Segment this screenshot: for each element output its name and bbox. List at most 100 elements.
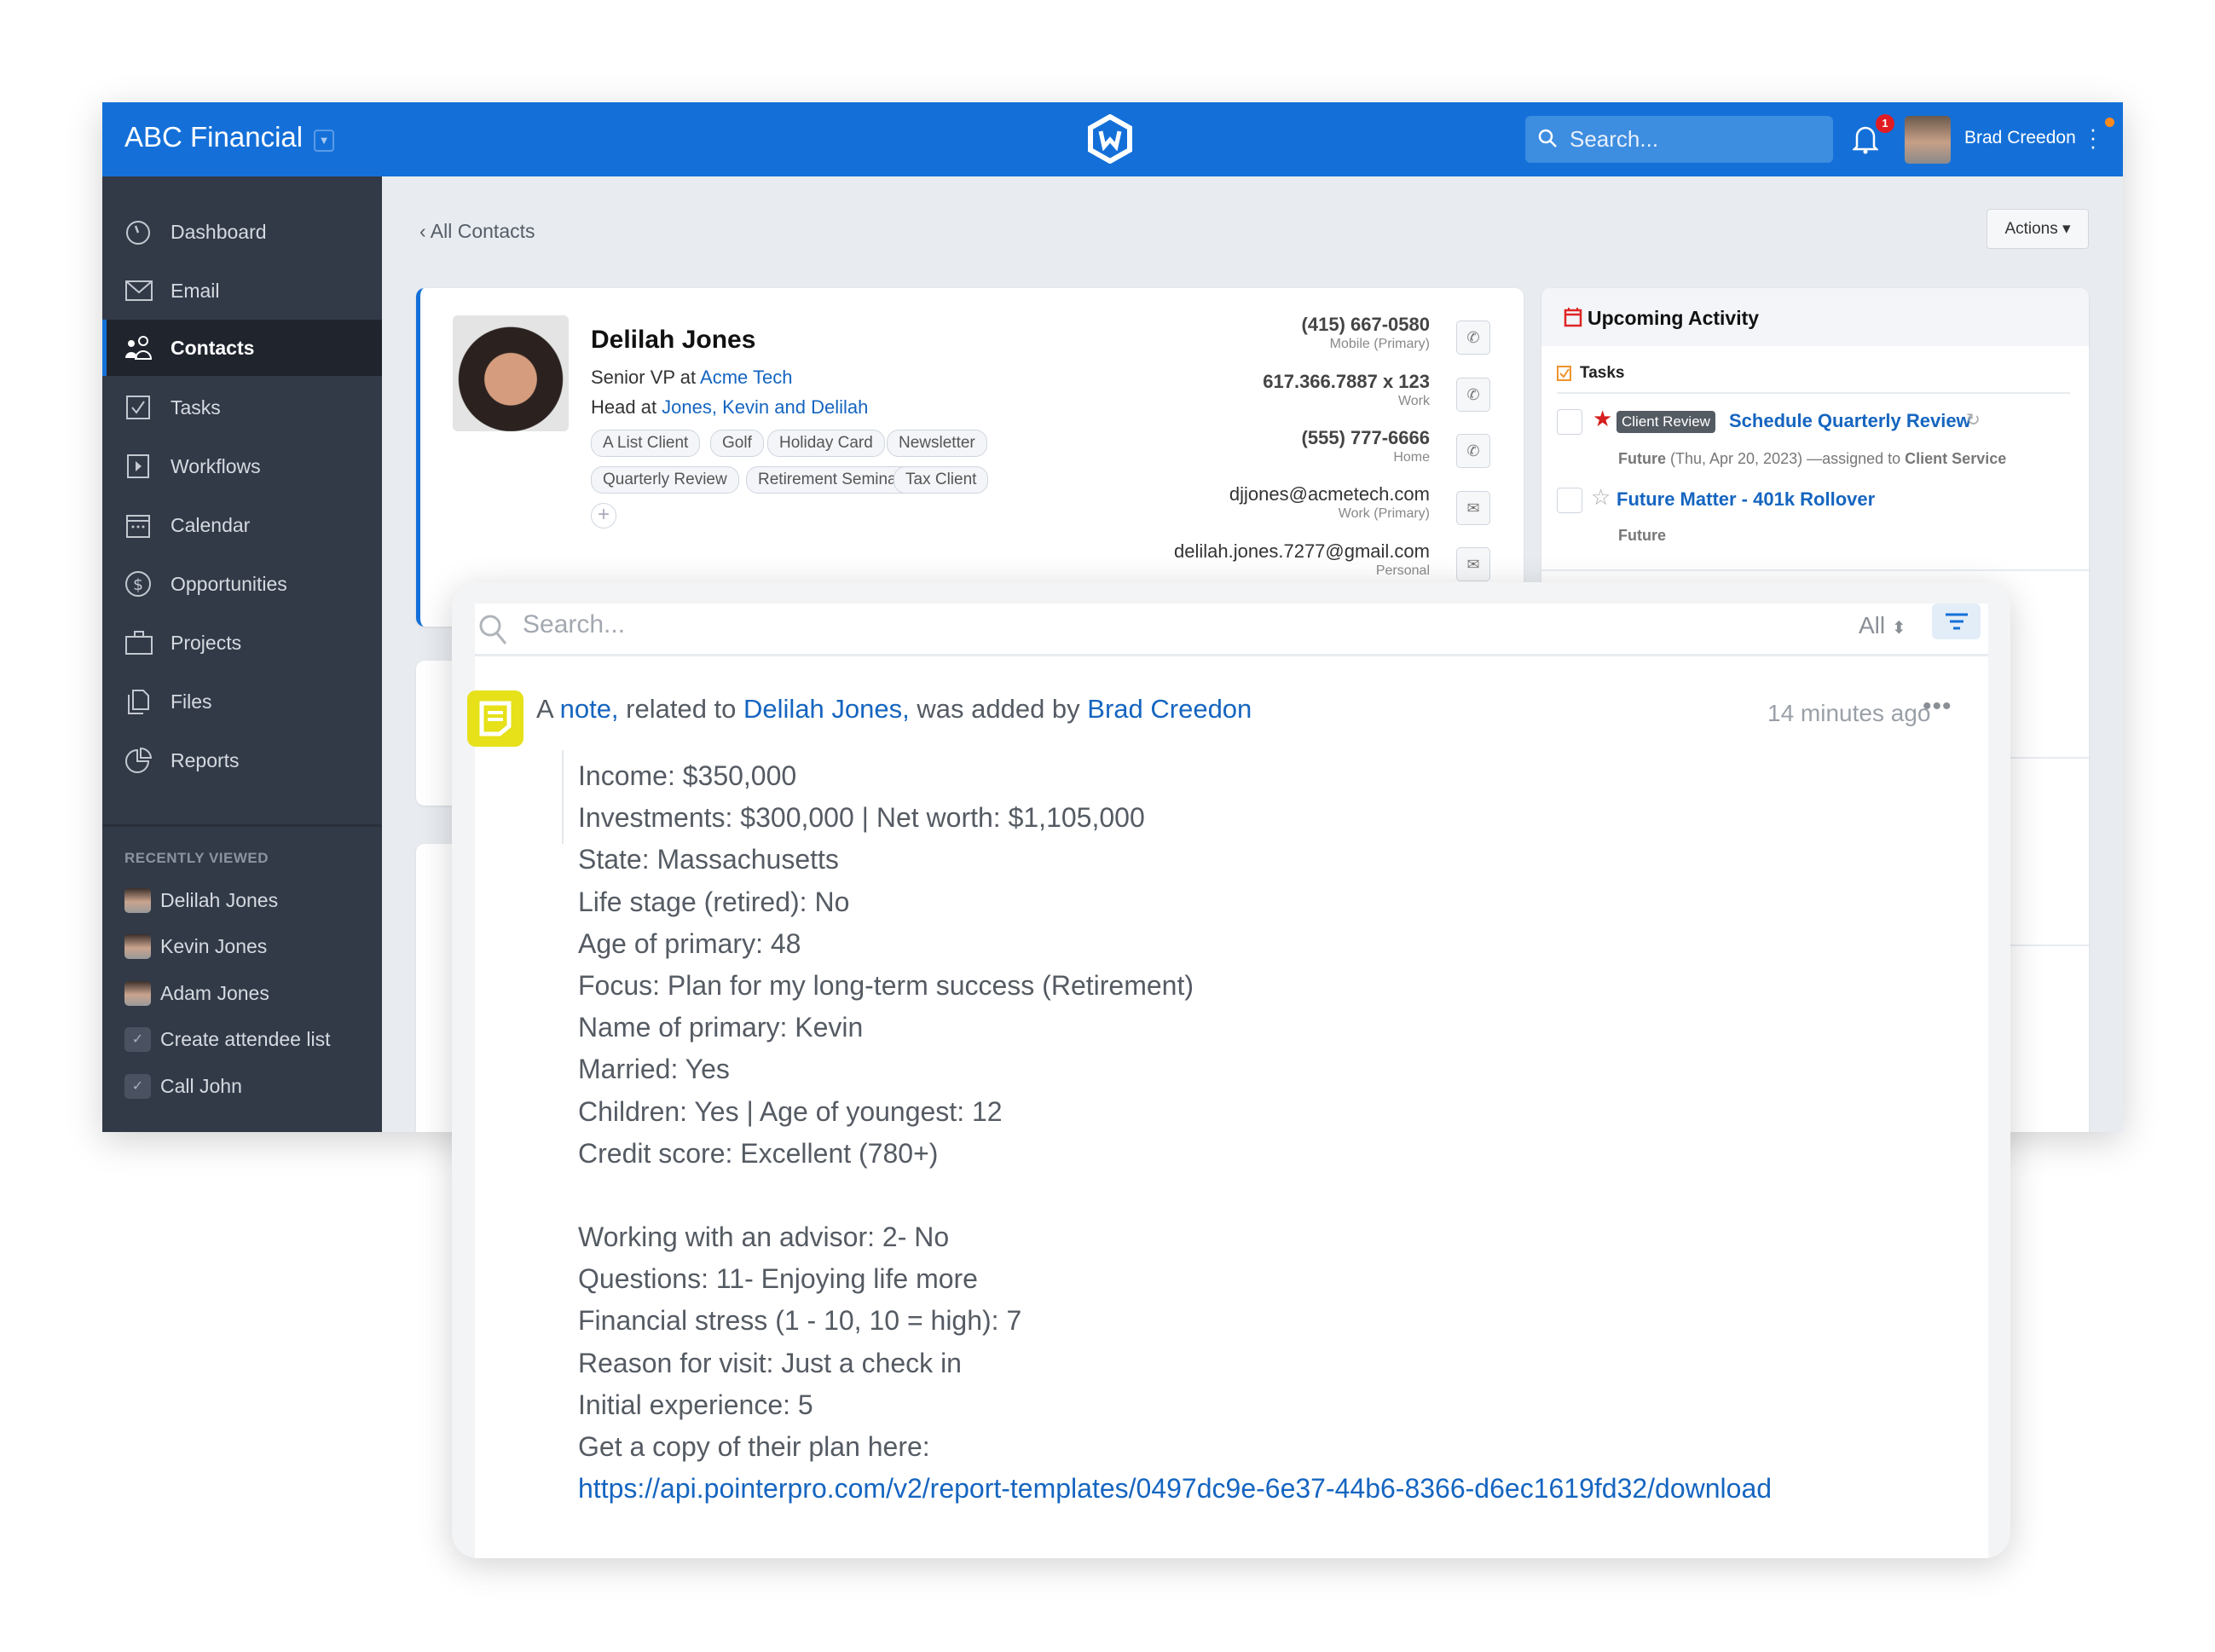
note-line: Children: Yes | Age of youngest: 12 — [578, 1095, 1003, 1127]
tag[interactable]: Quarterly Review — [591, 466, 739, 494]
global-search-input[interactable]: Search... — [1525, 116, 1833, 163]
contact-link[interactable]: Delilah Jones, — [743, 694, 910, 724]
sidebar-item-reports[interactable]: Reports — [102, 732, 382, 788]
detail-type: Home — [1393, 450, 1430, 465]
note-line: Name of primary: Kevin — [578, 1012, 864, 1043]
filter-select[interactable]: All ⬍ — [1859, 612, 1906, 639]
detail-value[interactable]: djjones@acmetech.com — [1229, 483, 1430, 505]
phone-icon[interactable]: ✆ — [1456, 378, 1490, 412]
task-checkbox[interactable] — [1557, 488, 1582, 513]
sidebar-item-label: Email — [171, 280, 220, 302]
quote-bar — [562, 750, 564, 844]
sidebar-item-label: Tasks — [171, 396, 221, 419]
note-header-text: related to — [618, 694, 744, 724]
sidebar-item-contacts[interactable]: Contacts — [102, 320, 382, 376]
tag[interactable]: A List Client — [591, 430, 701, 457]
detail-value[interactable]: 617.366.7887 x 123 — [1263, 371, 1430, 393]
note-header-text: A — [536, 694, 560, 724]
recent-item[interactable]: ✓ Create attendee list — [124, 1025, 330, 1056]
tag[interactable]: Retirement Seminar — [746, 466, 914, 494]
tag[interactable]: Newsletter — [887, 430, 987, 457]
note-line: Reason for visit: Just a check in — [578, 1347, 962, 1378]
sidebar-item-dashboard[interactable]: Dashboard — [102, 204, 382, 260]
sidebar-item-opportunities[interactable]: $ Opportunities — [102, 556, 382, 612]
app-logo-icon[interactable] — [1085, 113, 1135, 168]
panel-header: Upcoming Activity — [1541, 288, 2089, 346]
phone-icon[interactable]: ✆ — [1456, 434, 1490, 468]
recent-item[interactable]: Delilah Jones — [124, 887, 278, 917]
note-line: Financial stress (1 - 10, 10 = high): 7 — [578, 1305, 1022, 1337]
note-line: Age of primary: 48 — [578, 927, 801, 959]
breadcrumb-all-contacts[interactable]: ‹ All Contacts — [419, 220, 535, 243]
sidebar-item-workflows[interactable]: Workflows — [102, 438, 382, 494]
add-tag-button[interactable]: + — [591, 503, 616, 529]
sidebar-item-files[interactable]: Files — [102, 673, 382, 730]
task-category-badge: Client Review — [1616, 411, 1715, 433]
note-header-text: was added by — [909, 694, 1088, 724]
org-dropdown-button[interactable]: ▼ — [314, 130, 334, 152]
sidebar-item-projects[interactable]: Projects — [102, 615, 382, 671]
panel-title: Upcoming Activity — [1588, 307, 1760, 329]
note-line: Investments: $300,000 | Net worth: $1,10… — [578, 802, 1145, 834]
detail-value[interactable]: delilah.jones.7277@gmail.com — [1174, 540, 1430, 563]
briefcase-icon — [125, 631, 153, 655]
tag[interactable]: Holiday Card — [767, 430, 885, 457]
more-horizontal-icon[interactable]: ••• — [1923, 692, 1952, 721]
task-checkbox[interactable] — [1557, 409, 1582, 435]
sidebar-item-label: Workflows — [171, 455, 261, 477]
user-name[interactable]: Brad Creedon — [1964, 128, 2076, 148]
household-link[interactable]: Jones, Kevin and Delilah — [662, 396, 868, 418]
search-icon — [479, 615, 507, 644]
recent-item[interactable]: Adam Jones — [124, 979, 269, 1010]
sidebar-item-tasks[interactable]: Tasks — [102, 379, 382, 436]
contact-photo — [453, 315, 569, 431]
feed-search-input[interactable]: Search... All ⬍ — [475, 604, 1988, 656]
tag[interactable]: Tax Client — [894, 466, 989, 494]
company-link[interactable]: Acme Tech — [700, 367, 792, 388]
bell-icon[interactable] — [1851, 123, 1880, 159]
phone-icon[interactable]: ✆ — [1456, 321, 1490, 355]
household-text: Head at — [591, 396, 662, 418]
note-link[interactable]: note, — [560, 694, 619, 724]
task-link[interactable]: Future Matter - 401k Rollover — [1616, 488, 1875, 511]
top-header: ABC Financial ▼ Search... 1 Brad Creedon… — [102, 102, 2123, 176]
recent-item[interactable]: Kevin Jones — [124, 933, 267, 963]
filter-button[interactable] — [1932, 604, 1981, 639]
detail-value[interactable]: (415) 667-0580 — [1302, 314, 1430, 336]
actions-button[interactable]: Actions ▾ — [1987, 209, 2089, 249]
mail-icon[interactable]: ✉ — [1456, 491, 1490, 525]
recent-item[interactable]: ✓ Call John — [124, 1072, 242, 1103]
filter-value: All — [1859, 612, 1886, 638]
star-outline-icon[interactable]: ☆ — [1591, 484, 1611, 511]
sidebar-item-label: Calendar — [171, 514, 251, 536]
note-timestamp: 14 minutes ago — [1767, 700, 1931, 726]
star-filled-icon[interactable]: ★ — [1593, 406, 1612, 432]
tag[interactable]: Golf — [710, 430, 764, 457]
search-placeholder: Search... — [1570, 126, 1659, 152]
detail-value[interactable]: (555) 777-6666 — [1302, 427, 1430, 449]
note-line: Working with an advisor: 2- No — [578, 1222, 950, 1253]
note-line: Life stage (retired): No — [578, 886, 850, 917]
detail-type: Personal — [1375, 563, 1430, 578]
title-text: Senior VP at — [591, 367, 701, 388]
recent-item-label: Adam Jones — [160, 982, 269, 1004]
org-name[interactable]: ABC Financial — [124, 121, 303, 153]
user-avatar[interactable] — [1905, 116, 1951, 164]
sidebar-divider — [102, 824, 382, 827]
sidebar-item-calendar[interactable]: Calendar — [102, 497, 382, 553]
task-link[interactable]: Schedule Quarterly Review — [1729, 410, 1971, 432]
sidebar-item-label: Opportunities — [171, 573, 287, 595]
more-vertical-icon[interactable]: · · · — [2089, 118, 2097, 157]
plan-download-link[interactable]: https://api.pointerpro.com/v2/report-tem… — [578, 1468, 1772, 1510]
author-link[interactable]: Brad Creedon — [1087, 694, 1252, 724]
mail-icon[interactable]: ✉ — [1456, 547, 1490, 581]
recent-item-label: Create attendee list — [160, 1028, 331, 1050]
sidebar-item-label: Files — [171, 690, 212, 713]
activity-feed-popup: Search... All ⬍ A note, related to Delil… — [452, 582, 2010, 1558]
tasks-checkbox-icon — [1557, 366, 1571, 381]
sidebar-item-email[interactable]: Email — [102, 263, 382, 319]
note-line: Married: Yes — [578, 1054, 730, 1085]
note-header: A note, related to Delilah Jones, was ad… — [536, 694, 1252, 725]
contact-detail: delilah.jones.7277@gmail.com Personal — [1174, 540, 1430, 579]
calendar-icon — [126, 515, 150, 538]
